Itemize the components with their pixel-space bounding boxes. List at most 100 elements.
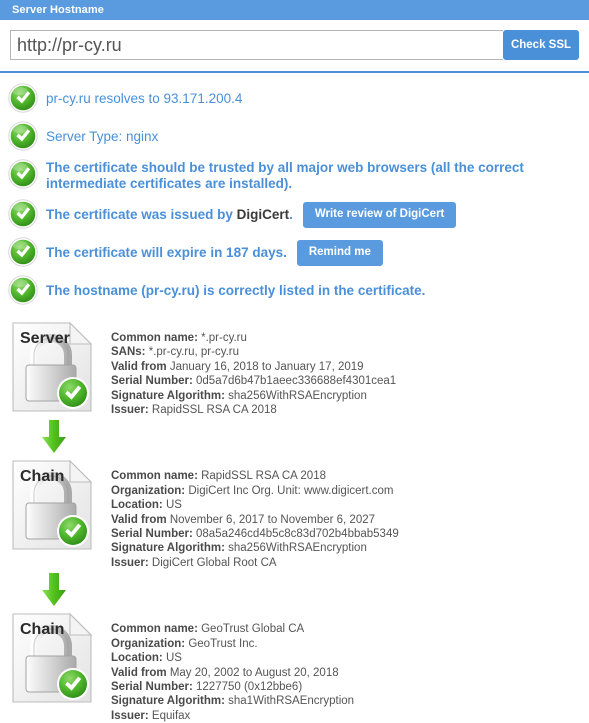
certificate-detail-line: Issuer: DigiCert Global Root CA <box>111 556 589 570</box>
certificate-detail-line: Signature Algorithm: sha256WithRSAEncryp… <box>111 389 589 403</box>
certificate-detail-line: Valid from November 6, 2017 to November … <box>111 513 589 527</box>
status-body: pr-cy.ru resolves to 93.171.200.4 <box>46 83 581 114</box>
detail-value: RapidSSL RSA CA 2018 <box>201 470 326 483</box>
green-check-icon <box>8 83 38 113</box>
green-check-icon <box>8 237 38 267</box>
detail-label: Location: <box>111 652 163 665</box>
detail-label: Common name: <box>111 623 198 636</box>
certificate-lock-icon: Chain <box>8 457 100 553</box>
certificate-detail-line: Serial Number: 1227750 (0x12bbe6) <box>111 680 589 694</box>
status-text: The certificate will expire in 187 days. <box>46 245 287 260</box>
status-body: The certificate will expire in 187 days.… <box>46 237 581 268</box>
detail-label: Signature Algorithm: <box>111 695 225 708</box>
status-text: The certificate was issued by DigiCert. <box>46 207 293 223</box>
status-body: The hostname (pr-cy.ru) is correctly lis… <box>46 275 581 306</box>
detail-value: sha1WithRSAEncryption <box>228 695 355 708</box>
certificate-detail-line: Serial Number: 08a5a246cd4b5c8c83d702b4b… <box>111 527 589 541</box>
status-text: pr-cy.ru resolves to 93.171.200.4 <box>46 91 243 106</box>
detail-value: 08a5a246cd4b5c8c83d702b4bbab5349 <box>196 528 399 541</box>
status-text-after: . <box>289 207 293 222</box>
detail-label: Valid from <box>111 513 167 526</box>
status-row: The certificate should be trusted by all… <box>8 159 581 192</box>
status-text: The certificate should be trusted by all… <box>46 160 524 191</box>
detail-value: sha256WithRSAEncryption <box>228 542 367 555</box>
write-review-button[interactable]: Write review of DigiCert <box>302 201 457 229</box>
check-ssl-button[interactable]: Check SSL <box>503 30 579 60</box>
detail-label: Organization: <box>111 484 186 497</box>
detail-label: Serial Number: <box>111 375 193 388</box>
certificate-detail-line: Valid from January 16, 2018 to January 1… <box>111 360 589 374</box>
detail-label: Issuer: <box>111 709 149 722</box>
certificate-details: Common name: GeoTrust Global CA Organizat… <box>100 610 589 723</box>
status-text: The hostname (pr-cy.ru) is correctly lis… <box>46 283 426 298</box>
remind-me-button[interactable]: Remind me <box>296 239 383 267</box>
status-row: The certificate was issued by DigiCert. W… <box>8 199 581 230</box>
certificate-detail-line: Location: US <box>111 651 589 665</box>
ssl-status-list: pr-cy.ru resolves to 93.171.200.4 Server … <box>0 73 589 315</box>
green-down-arrow-icon <box>8 570 100 610</box>
certificate-detail-line: Common name: *.pr-cy.ru <box>111 331 589 345</box>
green-check-icon <box>8 121 38 151</box>
green-check-icon <box>8 199 38 229</box>
certificate-detail-line: Organization: DigiCert Inc Org. Unit: ww… <box>111 484 589 498</box>
ssl-query-bar: Check SSL <box>0 21 589 73</box>
status-row: The certificate will expire in 187 days.… <box>8 237 581 268</box>
certificate-lock-icon: Server <box>8 319 100 415</box>
detail-value: *.pr-cy.ru <box>201 332 247 344</box>
detail-value: 0d5a7d6b47b1aeec336688ef4301cea1 <box>196 375 397 388</box>
svg-text:Chain: Chain <box>20 621 64 638</box>
certificate-detail-line: Serial Number: 0d5a7d6b47b1aeec336688ef4… <box>111 374 589 388</box>
detail-value: Equifax <box>151 709 191 722</box>
svg-text:Chain: Chain <box>20 468 64 485</box>
detail-value: DigiCert Inc Org. Unit: www.digicert.com <box>188 484 394 497</box>
detail-value: sha256WithRSAEncryption <box>228 389 367 402</box>
certificate-chain: Server Common name: *.pr-cy.ru SANs: *.pr-… <box>0 315 589 723</box>
detail-label: Common name: <box>111 332 198 344</box>
status-body: The certificate was issued by DigiCert. W… <box>46 199 581 230</box>
certificate-detail-line: Common name: RapidSSL RSA CA 2018 <box>111 469 589 483</box>
certificate-block: Chain Common name: RapidSSL RSA CA 2018 Or… <box>0 457 589 570</box>
status-text: Server Type: nginx <box>46 129 159 144</box>
detail-value: GeoTrust Global CA <box>201 623 305 636</box>
detail-label: Location: <box>111 499 163 512</box>
certificate-detail-line: Signature Algorithm: sha256WithRSAEncryp… <box>111 541 589 555</box>
detail-label: Valid from <box>111 666 167 679</box>
green-check-icon <box>8 275 38 305</box>
panel-header: Server Hostname <box>0 0 589 21</box>
green-down-arrow-icon <box>8 417 100 457</box>
detail-value: January 16, 2018 to January 17, 2019 <box>169 360 364 373</box>
certificate-details: Common name: RapidSSL RSA CA 2018 Organiz… <box>100 457 589 570</box>
detail-label: Signature Algorithm: <box>111 542 225 555</box>
certificate-block: Chain Common name: GeoTrust Global CA Orga… <box>0 610 589 723</box>
detail-value: US <box>165 499 182 512</box>
detail-label: SANs: <box>111 346 146 359</box>
detail-value: *.pr-cy.ru, pr-cy.ru <box>148 346 240 359</box>
detail-label: Valid from <box>111 360 167 373</box>
green-check-icon <box>8 159 38 189</box>
svg-text:Server: Server <box>20 330 70 347</box>
issuer-name: DigiCert <box>236 207 290 222</box>
certificate-detail-line: Location: US <box>111 498 589 512</box>
certificate-detail-line: Valid from May 20, 2002 to August 20, 20… <box>111 666 589 680</box>
detail-value: November 6, 2017 to November 6, 2027 <box>169 513 376 526</box>
detail-value: GeoTrust Inc. <box>188 637 258 650</box>
hostname-input[interactable] <box>10 30 503 60</box>
detail-label: Organization: <box>111 637 186 650</box>
status-row: Server Type: nginx <box>8 121 581 152</box>
detail-value: May 20, 2002 to August 20, 2018 <box>169 666 339 679</box>
detail-value: RapidSSL RSA CA 2018 <box>151 404 277 417</box>
detail-label: Serial Number: <box>111 680 193 693</box>
status-row: The hostname (pr-cy.ru) is correctly lis… <box>8 275 581 306</box>
certificate-lock-icon: Chain <box>8 610 100 706</box>
certificate-detail-line: Common name: GeoTrust Global CA <box>111 622 589 636</box>
detail-label: Signature Algorithm: <box>111 389 225 402</box>
certificate-details: Common name: *.pr-cy.ru SANs: *.pr-cy.ru,… <box>100 319 589 417</box>
certificate-detail-line: SANs: *.pr-cy.ru, pr-cy.ru <box>111 345 589 359</box>
page-title: Server Hostname <box>12 4 104 16</box>
detail-value: DigiCert Global Root CA <box>151 556 277 569</box>
detail-label: Serial Number: <box>111 528 193 541</box>
detail-label: Common name: <box>111 470 198 483</box>
certificate-detail-line: Issuer: RapidSSL RSA CA 2018 <box>111 403 589 417</box>
detail-label: Issuer: <box>111 404 149 417</box>
certificate-detail-line: Organization: GeoTrust Inc. <box>111 637 589 651</box>
